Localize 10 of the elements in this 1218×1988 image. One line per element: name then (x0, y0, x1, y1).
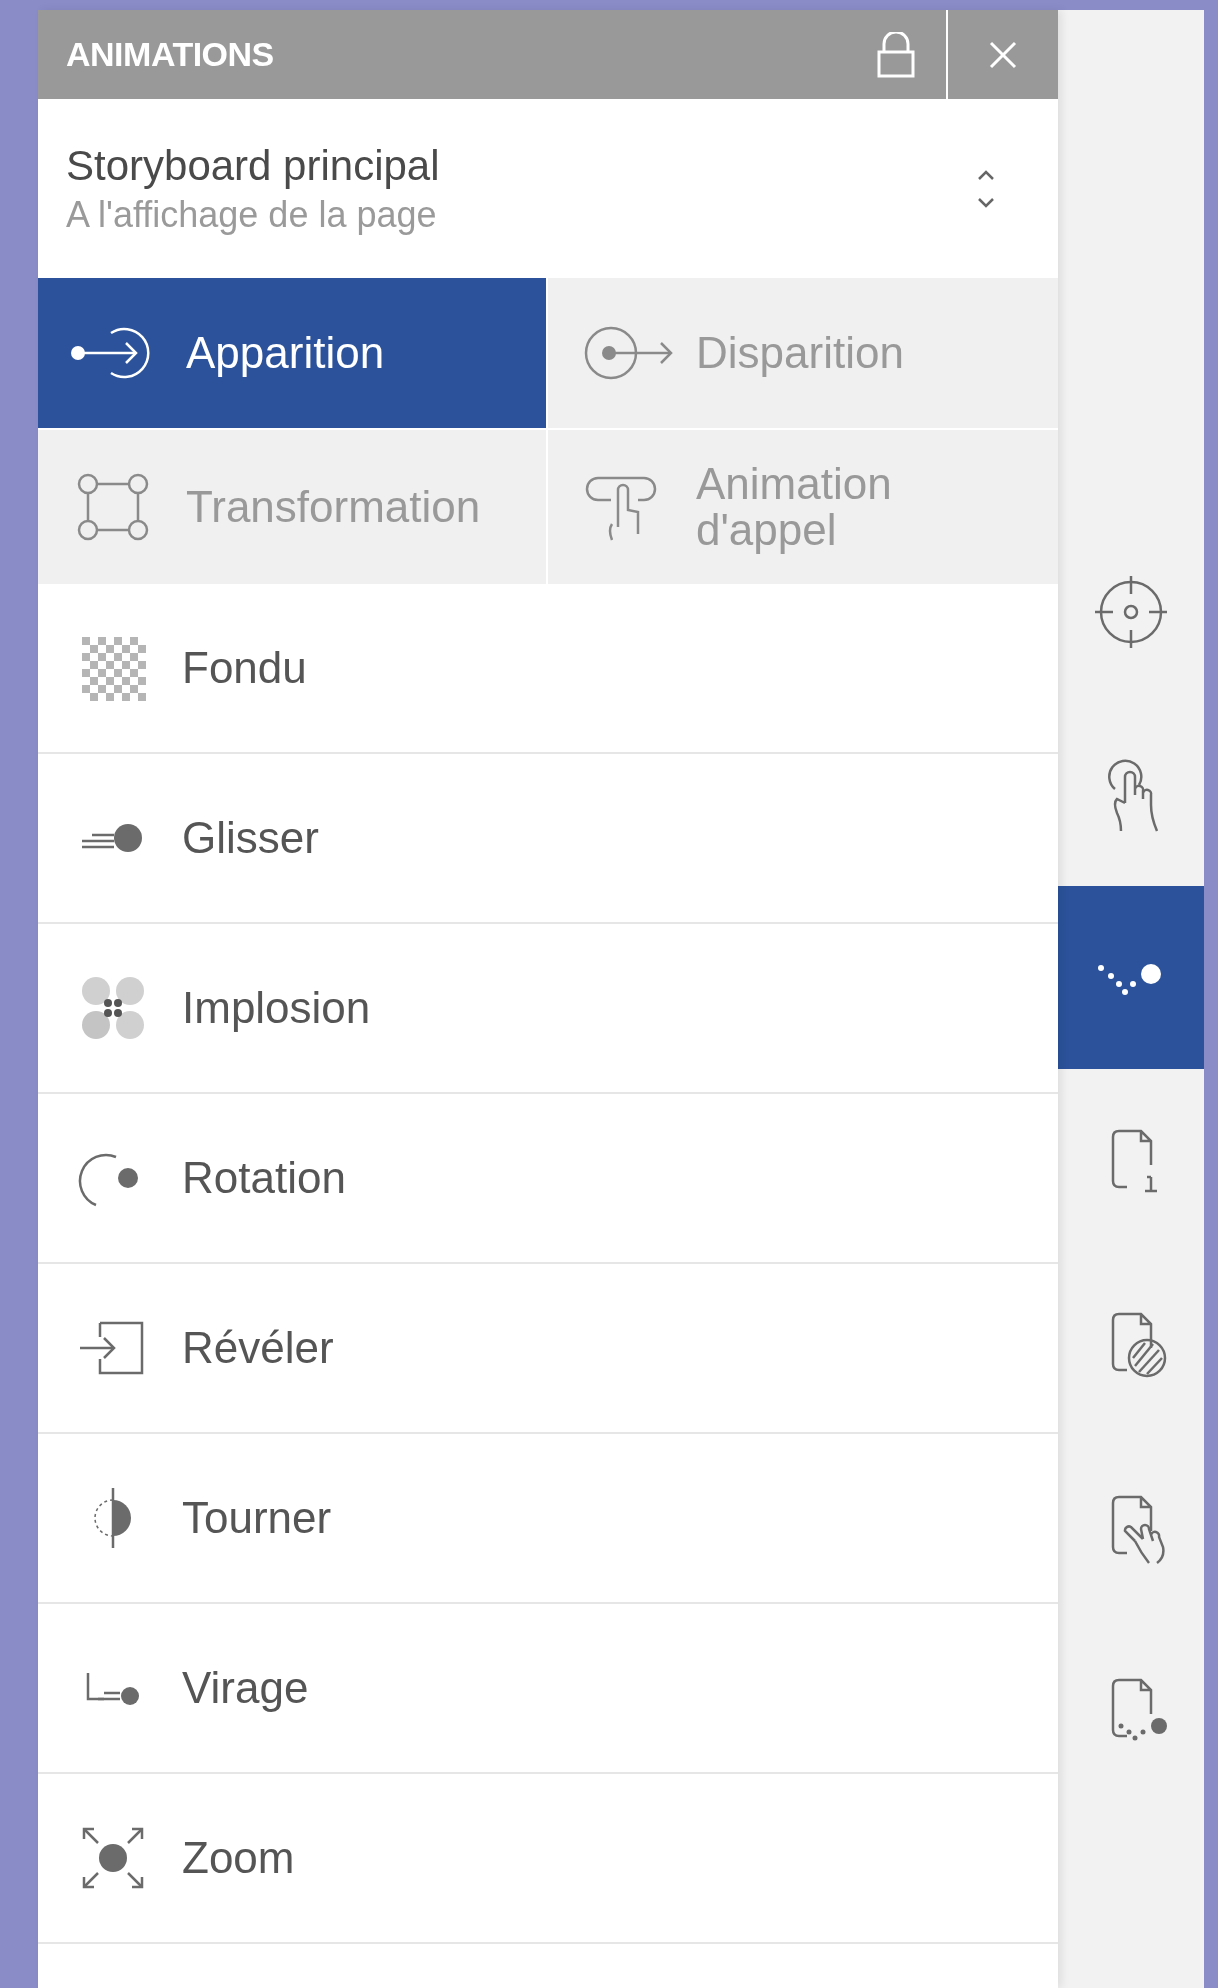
animation-type-tab[interactable]: Apparition (38, 278, 546, 428)
effect-list-item[interactable]: Implosion (38, 924, 1058, 1094)
storyboard-name: Storyboard principal (66, 140, 441, 191)
storyboard-trigger: A l'affichage de la page (66, 192, 438, 237)
panel-title: ANIMATIONS (66, 34, 274, 75)
close-icon (988, 39, 1018, 70)
storyboard-selector[interactable]: Storyboard principal A l'affichage de la page (38, 99, 1058, 278)
effect-list-item[interactable]: Zoom (38, 1774, 1058, 1944)
effect-list-item[interactable]: Fondu (38, 584, 1058, 754)
lock-icon (876, 31, 916, 78)
